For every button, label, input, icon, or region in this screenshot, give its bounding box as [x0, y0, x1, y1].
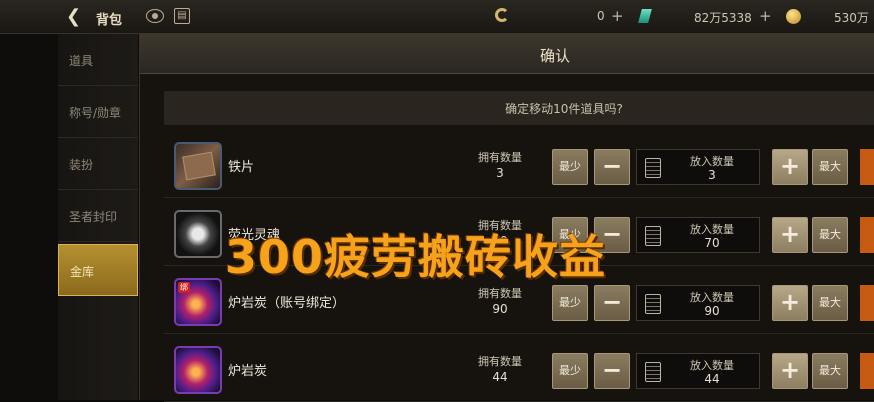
own-label: 拥有数量 — [478, 287, 522, 300]
quantity-field[interactable]: 放入数量 90 — [636, 285, 760, 321]
item-name: 炉岩炭（账号绑定） — [228, 296, 346, 311]
calculator-icon[interactable] — [645, 226, 661, 246]
own-label: 拥有数量 — [478, 355, 522, 368]
calculator-icon[interactable] — [645, 158, 661, 178]
plus-button[interactable]: + — [772, 149, 808, 185]
item-row: 炉岩炭 拥有数量 44 最少 − 放入数量 44 + 最大 — [164, 338, 874, 402]
minus-button[interactable]: − — [594, 353, 630, 389]
quantity-field[interactable]: 放入数量 70 — [636, 217, 760, 253]
item-name: 铁片 — [228, 160, 255, 175]
put-label: 放入数量 — [690, 291, 734, 304]
min-button[interactable]: 最少 — [552, 149, 588, 185]
moon-currency-icon — [495, 8, 509, 22]
iron-piece-icon — [174, 142, 222, 190]
calculator-icon[interactable] — [645, 294, 661, 314]
put-value: 70 — [704, 236, 720, 250]
max-button[interactable]: 最大 — [812, 217, 848, 253]
put-value: 44 — [704, 372, 720, 386]
plus-button[interactable]: + — [772, 217, 808, 253]
currency-1-add-icon[interactable]: + — [611, 7, 624, 25]
overlay-caption: 300疲劳搬砖收益 — [225, 230, 607, 284]
plus-button[interactable]: + — [772, 353, 808, 389]
back-arrow-icon[interactable]: ❮ — [66, 7, 86, 27]
max-button[interactable]: 最大 — [812, 353, 848, 389]
dialog-header: 确认 — [140, 34, 874, 74]
currency-3-value: 530万 — [834, 11, 869, 25]
sidebar-item-label: 圣者封印 — [69, 210, 118, 224]
put-value: 90 — [704, 304, 720, 318]
put-label: 放入数量 — [690, 223, 734, 236]
bound-badge: 绑 — [178, 282, 190, 293]
plus-button[interactable]: + — [772, 285, 808, 321]
min-button[interactable]: 最少 — [552, 285, 588, 321]
confirm-item-button[interactable] — [860, 353, 874, 389]
sidebar-item-label: 装扮 — [69, 158, 94, 172]
book-icon[interactable]: ▤ — [174, 8, 190, 24]
currency-2-value: 82万5338 — [694, 11, 752, 25]
currency-2-add-icon[interactable]: + — [759, 7, 772, 25]
item-name: 炉岩炭 — [228, 364, 268, 379]
sidebar-item-label: 称号/勋章 — [69, 106, 122, 120]
coal-icon: 绑 — [174, 278, 222, 326]
put-label: 放入数量 — [690, 155, 734, 168]
min-button[interactable]: 最少 — [552, 353, 588, 389]
gold-coin-icon — [786, 9, 801, 24]
gem-currency-icon — [638, 9, 652, 23]
prompt-bar: 确定移动10件道具吗? — [164, 91, 874, 125]
orb-icon — [174, 210, 222, 258]
confirm-dialog: 确认 确定移动10件道具吗? 铁片 拥有数量 3 最少 − 放入数量 3 + 最… — [139, 34, 874, 402]
top-bar: ❮ 背包 ▤ 0 + 82万5338 + 530万 — [0, 0, 874, 34]
currency-1-value: 0 — [597, 9, 605, 23]
own-label: 拥有数量 — [478, 151, 522, 164]
max-button[interactable]: 最大 — [812, 149, 848, 185]
put-value: 3 — [708, 168, 716, 182]
quantity-field[interactable]: 放入数量 3 — [636, 149, 760, 185]
prompt-text: 确定移动10件道具吗? — [505, 102, 623, 116]
minus-button[interactable]: − — [594, 149, 630, 185]
item-row: 铁片 拥有数量 3 最少 − 放入数量 3 + 最大 — [164, 134, 874, 198]
confirm-item-button[interactable] — [860, 217, 874, 253]
max-button[interactable]: 最大 — [812, 285, 848, 321]
coal-icon — [174, 346, 222, 394]
sidebar-item-items[interactable]: 道具 — [58, 34, 138, 86]
dialog-title: 确认 — [539, 47, 570, 65]
sidebar-item-titles[interactable]: 称号/勋章 — [58, 86, 138, 138]
sidebar-item-seal[interactable]: 圣者封印 — [58, 190, 138, 242]
put-label: 放入数量 — [690, 359, 734, 372]
confirm-item-button[interactable] — [860, 285, 874, 321]
calculator-icon[interactable] — [645, 362, 661, 382]
eye-icon[interactable] — [146, 9, 164, 23]
sidebar-item-label: 金库 — [70, 265, 95, 279]
own-value: 3 — [496, 166, 504, 180]
sidebar-item-outfit[interactable]: 装扮 — [58, 138, 138, 190]
left-background — [0, 34, 58, 400]
confirm-item-button[interactable] — [860, 149, 874, 185]
quantity-field[interactable]: 放入数量 44 — [636, 353, 760, 389]
own-value: 44 — [492, 370, 508, 384]
sidebar-item-vault[interactable]: 金库 — [58, 244, 138, 296]
sidebar-item-label: 道具 — [69, 54, 94, 68]
sidebar: 道具 称号/勋章 装扮 圣者封印 金库 — [58, 34, 138, 400]
page-title: 背包 — [96, 13, 123, 28]
minus-button[interactable]: − — [594, 285, 630, 321]
own-value: 90 — [492, 302, 508, 316]
